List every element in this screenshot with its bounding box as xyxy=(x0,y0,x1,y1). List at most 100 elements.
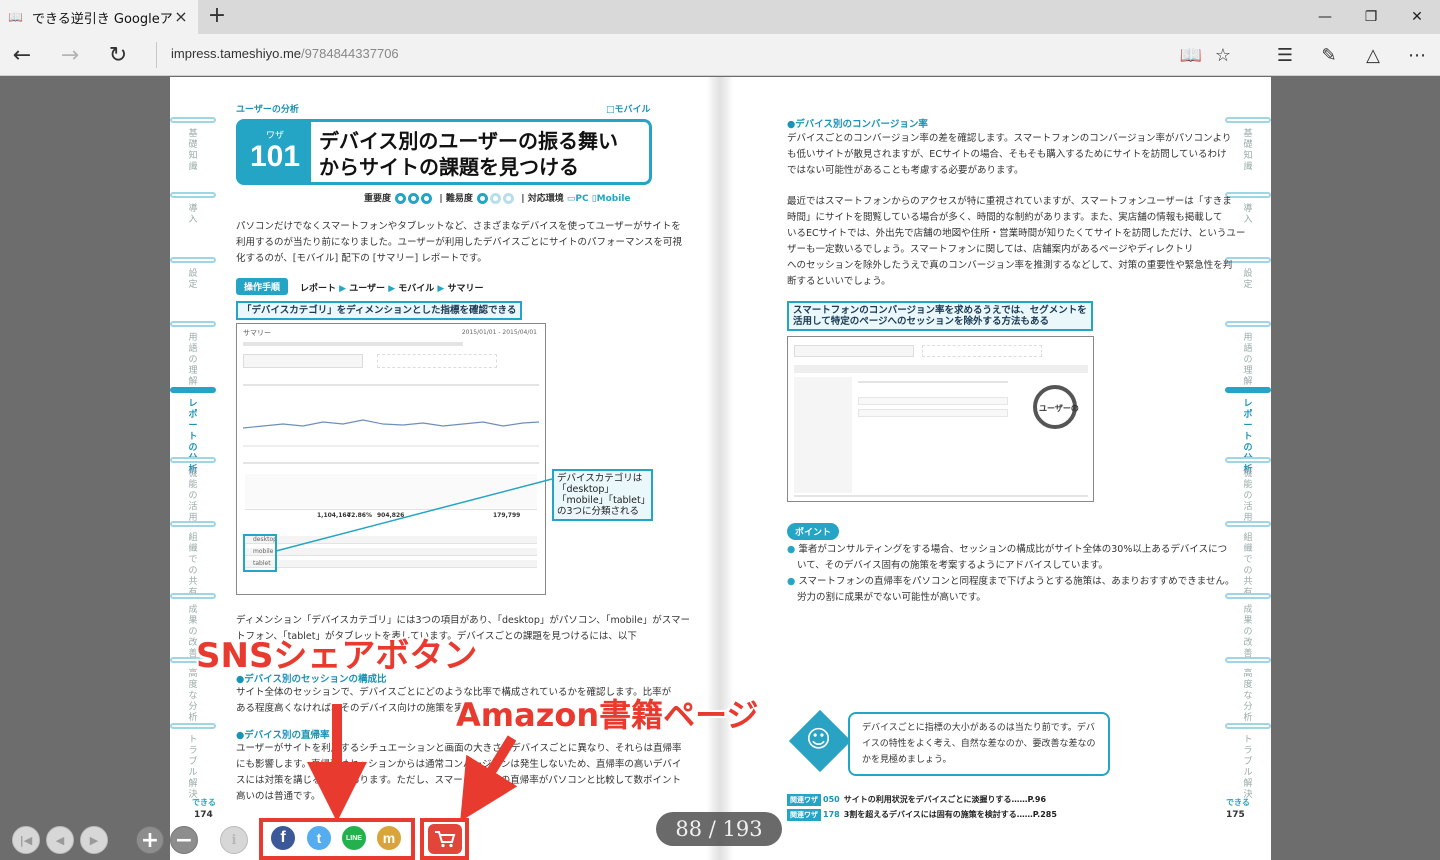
zoom-in-button[interactable]: + xyxy=(136,826,164,854)
cv-text: デバイスごとのコンバージョン率の差を確認します。スマートフォンのコンバージョン率… xyxy=(787,133,1232,176)
sns-share-label: SNSシェアボタン xyxy=(196,636,478,676)
shot-footer xyxy=(794,495,1088,497)
url-divider xyxy=(156,42,157,68)
reading-view-icon[interactable]: 📖 xyxy=(1174,40,1208,70)
related-waza[interactable]: 関連ワザ 050 サイトの利用状況をデバイスごとに淡握りする……P.96 xyxy=(787,794,1046,806)
favorite-star-icon[interactable]: ☆ xyxy=(1206,40,1240,70)
prev-page-icon[interactable]: ◀ xyxy=(46,826,74,854)
mixi-share-button[interactable]: m xyxy=(375,824,403,852)
importance-label: 重要度 xyxy=(364,194,392,204)
restore-button[interactable]: ❐ xyxy=(1348,0,1394,34)
point-pill: ポイント xyxy=(787,523,840,540)
left-page[interactable]: 基礎知識 導入 設定 用語の理解 レポートの分析 機能の活用 組織での共有 成果… xyxy=(170,77,720,860)
shot-date: 2015/01/01 - 2015/04/01 xyxy=(461,329,537,336)
left-gutter xyxy=(706,77,720,860)
side-tab[interactable]: 組織での共有 xyxy=(170,521,216,599)
minimize-button[interactable]: — xyxy=(1302,0,1348,34)
shot-segment xyxy=(377,354,497,368)
back-button[interactable]: ← xyxy=(6,40,38,70)
url-field[interactable]: impress.tameshiyo.me/9784844337706 xyxy=(171,46,399,61)
intro-line: パソコンだけでなくスマートフォンやタブレットなど、さまざまなデバイスを使ってユー… xyxy=(236,221,681,232)
side-tab[interactable]: トラブル解決 xyxy=(170,723,216,801)
dekiru-logo: できる xyxy=(1226,798,1250,807)
waza-header: ワザ 101 デバイス別のユーザーの振る舞い からサイトの課題を見つける xyxy=(236,119,652,185)
annotation-leader-line xyxy=(275,478,553,552)
cart-icon xyxy=(435,831,456,848)
first-page-icon[interactable]: |◀ xyxy=(12,826,40,854)
title-line-1: デバイス別のユーザーの振る舞い xyxy=(319,129,618,153)
dekiru-logo: できる xyxy=(192,798,216,807)
page-counter: 88 / 193 xyxy=(656,812,782,846)
right-page[interactable]: 基礎知識 導入 設定 用語の理解 レポートの分析 機能の活用 組織での共有 成果… xyxy=(720,77,1271,860)
shot-sidebar xyxy=(794,377,852,493)
side-tab[interactable]: 用語の理解 xyxy=(1225,321,1271,388)
waza-number-block: ワザ 101 xyxy=(239,122,311,182)
side-tab[interactable]: 設定 xyxy=(170,257,216,291)
shot-field xyxy=(858,397,1008,405)
steps-pill: 操作手順 xyxy=(236,278,289,295)
forward-button[interactable]: → xyxy=(54,40,86,70)
shot-divider xyxy=(243,462,539,464)
address-bar: ← → ↻ impress.tameshiyo.me/9784844337706… xyxy=(0,34,1440,76)
side-tab[interactable]: トラブル解決 xyxy=(1225,723,1271,801)
related-waza[interactable]: 関連ワザ 178 3割を超えるデバイスには固有の施策を検討する……P.285 xyxy=(787,809,1057,821)
env-mobile: Mobile xyxy=(596,194,631,204)
info-button[interactable]: i xyxy=(220,826,248,854)
mobile-text: 最近ではスマートフォンからのアクセスが特に重視されていますが、スマートフォンユー… xyxy=(787,196,1246,287)
shot-toolbar xyxy=(794,365,1088,373)
tab-title: できる逆引き Googleアナ! xyxy=(32,11,172,27)
url-host: impress.tameshiyo.me xyxy=(171,46,302,61)
shot-field xyxy=(858,409,1008,417)
side-tab[interactable]: 機能の活用 xyxy=(1225,457,1271,524)
facebook-share-button[interactable]: f xyxy=(269,824,297,852)
amazon-page-label: Amazon書籍ページ xyxy=(456,696,759,734)
web-note-icon[interactable]: ✎ xyxy=(1312,40,1346,70)
session-line-chart xyxy=(243,419,539,447)
callout-dimension: 「デバイスカテゴリ」をディメンションとした指標を確認できる xyxy=(236,301,523,320)
side-tab[interactable]: 高度な分析 xyxy=(1225,657,1271,724)
shot-line xyxy=(858,381,1008,383)
shot-segment xyxy=(922,345,1042,357)
refresh-button[interactable]: ↻ xyxy=(102,40,134,70)
difficulty-row: 重要度 | 難易度 | 対応環境 ▭PC ▯Mobile xyxy=(364,193,631,204)
side-tab[interactable]: 基礎知識 xyxy=(1225,117,1271,173)
browser-tab[interactable]: 📖 できる逆引き Googleアナ! × xyxy=(0,0,198,34)
new-tab-button[interactable]: + xyxy=(204,4,230,30)
side-tab[interactable]: 基礎知識 xyxy=(170,117,216,173)
bounce-text: ユーザーがサイトを利用するシチュエーションと画面の大きさはデバイスごとに異なり、… xyxy=(236,743,682,802)
book-viewer: 基礎知識 導入 設定 用語の理解 レポートの分析 機能の活用 組織での共有 成果… xyxy=(0,77,1440,860)
env-label: 対応環境 xyxy=(527,194,564,204)
zoom-out-button[interactable]: − xyxy=(170,826,198,854)
hub-icon[interactable]: ☰ xyxy=(1268,40,1302,70)
shot-toolbar xyxy=(243,342,463,346)
author-face-icon: ☺ xyxy=(806,725,832,753)
share-icon[interactable]: △ xyxy=(1356,40,1390,70)
table-row: tablet xyxy=(245,560,537,568)
line-share-button[interactable]: LINE xyxy=(340,824,368,852)
point-list: ● 筆者がコンサルティングをする場合、セッションの構成比がサイト全体の30%以上… xyxy=(787,544,1235,603)
next-page-icon[interactable]: ▶ xyxy=(80,826,108,854)
tab-close-icon[interactable]: × xyxy=(172,8,190,26)
tab-bar: 📖 できる逆引き Googleアナ! × + — ❐ ✕ xyxy=(0,0,1440,34)
side-tab[interactable]: 導入 xyxy=(170,192,216,226)
report-breadcrumb: レポート ▶ ユーザー ▶ モバイル ▶ サマリー xyxy=(300,284,484,294)
intro-line: 利用するのが当たり前になりました。ユーザーが利用したデバイスごとにサイトのパフォ… xyxy=(236,237,682,248)
heading-cv: ●デバイス別のコンバージョン率 xyxy=(787,119,928,130)
waza-number: 101 xyxy=(249,140,301,173)
side-tab[interactable]: 用語の理解 xyxy=(170,321,216,388)
heading-bounce: ●デバイス別の直帰率 xyxy=(236,730,330,741)
shot-segment xyxy=(794,345,914,357)
amazon-cart-button[interactable] xyxy=(428,824,462,854)
waza-title: デバイス別のユーザーの振る舞い からサイトの課題を見つける xyxy=(319,128,618,180)
intro-text: パソコンだけでなくスマートフォンやタブレットなど、さまざまなデバイスを使ってユー… xyxy=(236,219,682,267)
title-line-2: からサイトの課題を見つける xyxy=(319,155,579,179)
side-tab[interactable]: 機能の活用 xyxy=(170,457,216,524)
more-icon[interactable]: ⋯ xyxy=(1400,40,1434,70)
device-tag: □モバイル xyxy=(606,105,651,115)
close-window-button[interactable]: ✕ xyxy=(1394,0,1440,34)
right-gutter xyxy=(720,77,734,860)
twitter-share-button[interactable]: t xyxy=(305,824,333,852)
shot-gauge-label: ユーザーの xyxy=(1039,404,1079,413)
callout-segment: スマートフォンのコンバージョン率を求めるうえでは、セグメントを 活用して特定のペ… xyxy=(787,301,1093,331)
url-path: /9784844337706 xyxy=(301,46,399,61)
